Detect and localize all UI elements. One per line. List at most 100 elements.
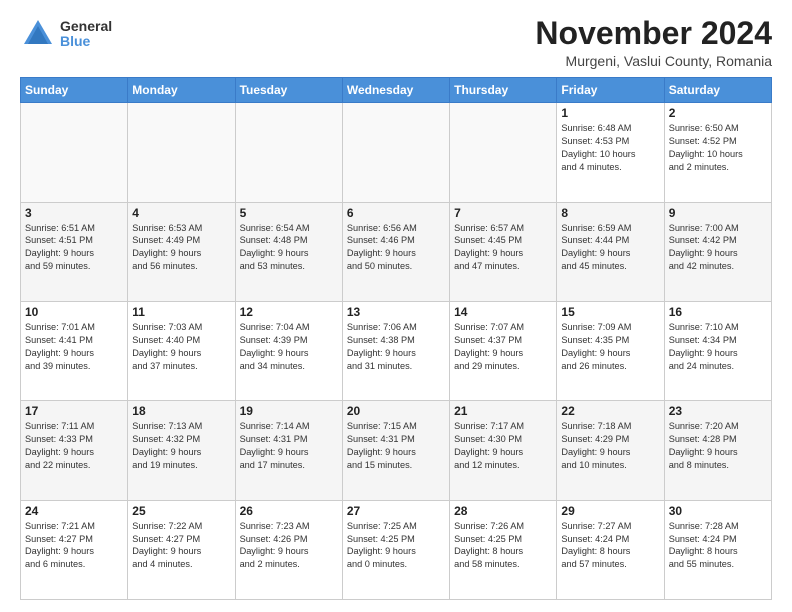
day-number: 22 — [561, 404, 659, 418]
calendar-cell — [21, 103, 128, 202]
day-info: Sunrise: 7:25 AM Sunset: 4:25 PM Dayligh… — [347, 520, 445, 572]
calendar-week-5: 24 Sunrise: 7:21 AM Sunset: 4:27 PM Dayli… — [21, 500, 772, 599]
calendar-cell — [235, 103, 342, 202]
calendar-header-saturday: Saturday — [664, 78, 771, 103]
calendar-header-thursday: Thursday — [450, 78, 557, 103]
calendar-header-row: SundayMondayTuesdayWednesdayThursdayFrid… — [21, 78, 772, 103]
day-info: Sunrise: 6:53 AM Sunset: 4:49 PM Dayligh… — [132, 222, 230, 274]
day-info: Sunrise: 7:10 AM Sunset: 4:34 PM Dayligh… — [669, 321, 767, 373]
day-number: 10 — [25, 305, 123, 319]
page: General Blue November 2024 Murgeni, Vasl… — [0, 0, 792, 612]
day-info: Sunrise: 6:48 AM Sunset: 4:53 PM Dayligh… — [561, 122, 659, 174]
day-info: Sunrise: 7:20 AM Sunset: 4:28 PM Dayligh… — [669, 420, 767, 472]
calendar-cell: 14 Sunrise: 7:07 AM Sunset: 4:37 PM Dayli… — [450, 301, 557, 400]
day-number: 26 — [240, 504, 338, 518]
day-number: 23 — [669, 404, 767, 418]
calendar-header-sunday: Sunday — [21, 78, 128, 103]
day-info: Sunrise: 7:18 AM Sunset: 4:29 PM Dayligh… — [561, 420, 659, 472]
calendar-cell: 15 Sunrise: 7:09 AM Sunset: 4:35 PM Dayli… — [557, 301, 664, 400]
calendar-cell — [128, 103, 235, 202]
day-number: 13 — [347, 305, 445, 319]
logo-icon — [20, 16, 56, 52]
day-number: 27 — [347, 504, 445, 518]
calendar-cell: 8Sunrise: 6:59 AM Sunset: 4:44 PM Daylig… — [557, 202, 664, 301]
calendar-cell: 2Sunrise: 6:50 AM Sunset: 4:52 PM Daylig… — [664, 103, 771, 202]
logo: General Blue — [20, 16, 112, 52]
day-number: 19 — [240, 404, 338, 418]
day-info: Sunrise: 7:00 AM Sunset: 4:42 PM Dayligh… — [669, 222, 767, 274]
calendar-cell: 7Sunrise: 6:57 AM Sunset: 4:45 PM Daylig… — [450, 202, 557, 301]
calendar-week-3: 10 Sunrise: 7:01 AM Sunset: 4:41 PM Dayli… — [21, 301, 772, 400]
day-number: 21 — [454, 404, 552, 418]
day-number: 14 — [454, 305, 552, 319]
calendar-cell: 12 Sunrise: 7:04 AM Sunset: 4:39 PM Dayli… — [235, 301, 342, 400]
day-info: Sunrise: 7:07 AM Sunset: 4:37 PM Dayligh… — [454, 321, 552, 373]
day-info: Sunrise: 7:15 AM Sunset: 4:31 PM Dayligh… — [347, 420, 445, 472]
calendar-cell: 23 Sunrise: 7:20 AM Sunset: 4:28 PM Dayli… — [664, 401, 771, 500]
calendar-cell: 27 Sunrise: 7:25 AM Sunset: 4:25 PM Dayli… — [342, 500, 449, 599]
day-info: Sunrise: 7:04 AM Sunset: 4:39 PM Dayligh… — [240, 321, 338, 373]
day-info: Sunrise: 7:01 AM Sunset: 4:41 PM Dayligh… — [25, 321, 123, 373]
calendar-cell: 30Sunrise: 7:28 AM Sunset: 4:24 PM Dayli… — [664, 500, 771, 599]
day-info: Sunrise: 6:56 AM Sunset: 4:46 PM Dayligh… — [347, 222, 445, 274]
day-number: 29 — [561, 504, 659, 518]
calendar-cell: 5Sunrise: 6:54 AM Sunset: 4:48 PM Daylig… — [235, 202, 342, 301]
calendar-cell: 16 Sunrise: 7:10 AM Sunset: 4:34 PM Dayli… — [664, 301, 771, 400]
calendar-cell: 28 Sunrise: 7:26 AM Sunset: 4:25 PM Dayli… — [450, 500, 557, 599]
day-info: Sunrise: 7:09 AM Sunset: 4:35 PM Dayligh… — [561, 321, 659, 373]
calendar-week-1: 1 Sunrise: 6:48 AM Sunset: 4:53 PM Daylig… — [21, 103, 772, 202]
calendar-cell: 20 Sunrise: 7:15 AM Sunset: 4:31 PM Dayli… — [342, 401, 449, 500]
day-info: Sunrise: 7:17 AM Sunset: 4:30 PM Dayligh… — [454, 420, 552, 472]
calendar-cell: 22 Sunrise: 7:18 AM Sunset: 4:29 PM Dayli… — [557, 401, 664, 500]
day-info: Sunrise: 7:26 AM Sunset: 4:25 PM Dayligh… — [454, 520, 552, 572]
day-info: Sunrise: 6:54 AM Sunset: 4:48 PM Dayligh… — [240, 222, 338, 274]
day-info: Sunrise: 7:11 AM Sunset: 4:33 PM Dayligh… — [25, 420, 123, 472]
calendar-header-tuesday: Tuesday — [235, 78, 342, 103]
calendar-cell: 29Sunrise: 7:27 AM Sunset: 4:24 PM Dayli… — [557, 500, 664, 599]
calendar-week-4: 17 Sunrise: 7:11 AM Sunset: 4:33 PM Dayli… — [21, 401, 772, 500]
calendar-cell: 26Sunrise: 7:23 AM Sunset: 4:26 PM Dayli… — [235, 500, 342, 599]
calendar-cell: 13 Sunrise: 7:06 AM Sunset: 4:38 PM Dayli… — [342, 301, 449, 400]
location: Murgeni, Vaslui County, Romania — [535, 53, 772, 69]
logo-text: General Blue — [60, 19, 112, 50]
calendar-cell: 24 Sunrise: 7:21 AM Sunset: 4:27 PM Dayli… — [21, 500, 128, 599]
calendar-cell: 19Sunrise: 7:14 AM Sunset: 4:31 PM Dayli… — [235, 401, 342, 500]
day-number: 15 — [561, 305, 659, 319]
calendar-cell: 1 Sunrise: 6:48 AM Sunset: 4:53 PM Daylig… — [557, 103, 664, 202]
day-number: 24 — [25, 504, 123, 518]
day-number: 3 — [25, 206, 123, 220]
calendar-cell: 6 Sunrise: 6:56 AM Sunset: 4:46 PM Daylig… — [342, 202, 449, 301]
day-number: 17 — [25, 404, 123, 418]
day-info: Sunrise: 6:59 AM Sunset: 4:44 PM Dayligh… — [561, 222, 659, 274]
day-number: 1 — [561, 106, 659, 120]
day-number: 20 — [347, 404, 445, 418]
calendar-header-monday: Monday — [128, 78, 235, 103]
day-number: 18 — [132, 404, 230, 418]
calendar-cell: 3Sunrise: 6:51 AM Sunset: 4:51 PM Daylig… — [21, 202, 128, 301]
calendar-header-friday: Friday — [557, 78, 664, 103]
day-number: 6 — [347, 206, 445, 220]
day-info: Sunrise: 7:28 AM Sunset: 4:24 PM Dayligh… — [669, 520, 767, 572]
calendar-cell: 4Sunrise: 6:53 AM Sunset: 4:49 PM Daylig… — [128, 202, 235, 301]
calendar-cell: 17 Sunrise: 7:11 AM Sunset: 4:33 PM Dayli… — [21, 401, 128, 500]
day-number: 9 — [669, 206, 767, 220]
calendar-cell — [450, 103, 557, 202]
logo-general: General — [60, 19, 112, 34]
calendar-cell: 11Sunrise: 7:03 AM Sunset: 4:40 PM Dayli… — [128, 301, 235, 400]
day-number: 25 — [132, 504, 230, 518]
calendar-cell: 9 Sunrise: 7:00 AM Sunset: 4:42 PM Daylig… — [664, 202, 771, 301]
calendar-cell — [342, 103, 449, 202]
calendar-header-wednesday: Wednesday — [342, 78, 449, 103]
day-number: 11 — [132, 305, 230, 319]
title-block: November 2024 Murgeni, Vaslui County, Ro… — [535, 16, 772, 69]
day-number: 12 — [240, 305, 338, 319]
calendar-cell: 21 Sunrise: 7:17 AM Sunset: 4:30 PM Dayli… — [450, 401, 557, 500]
day-info: Sunrise: 6:57 AM Sunset: 4:45 PM Dayligh… — [454, 222, 552, 274]
day-info: Sunrise: 7:06 AM Sunset: 4:38 PM Dayligh… — [347, 321, 445, 373]
day-number: 16 — [669, 305, 767, 319]
day-number: 2 — [669, 106, 767, 120]
day-number: 28 — [454, 504, 552, 518]
day-info: Sunrise: 7:13 AM Sunset: 4:32 PM Dayligh… — [132, 420, 230, 472]
calendar-table: SundayMondayTuesdayWednesdayThursdayFrid… — [20, 77, 772, 600]
day-info: Sunrise: 7:21 AM Sunset: 4:27 PM Dayligh… — [25, 520, 123, 572]
